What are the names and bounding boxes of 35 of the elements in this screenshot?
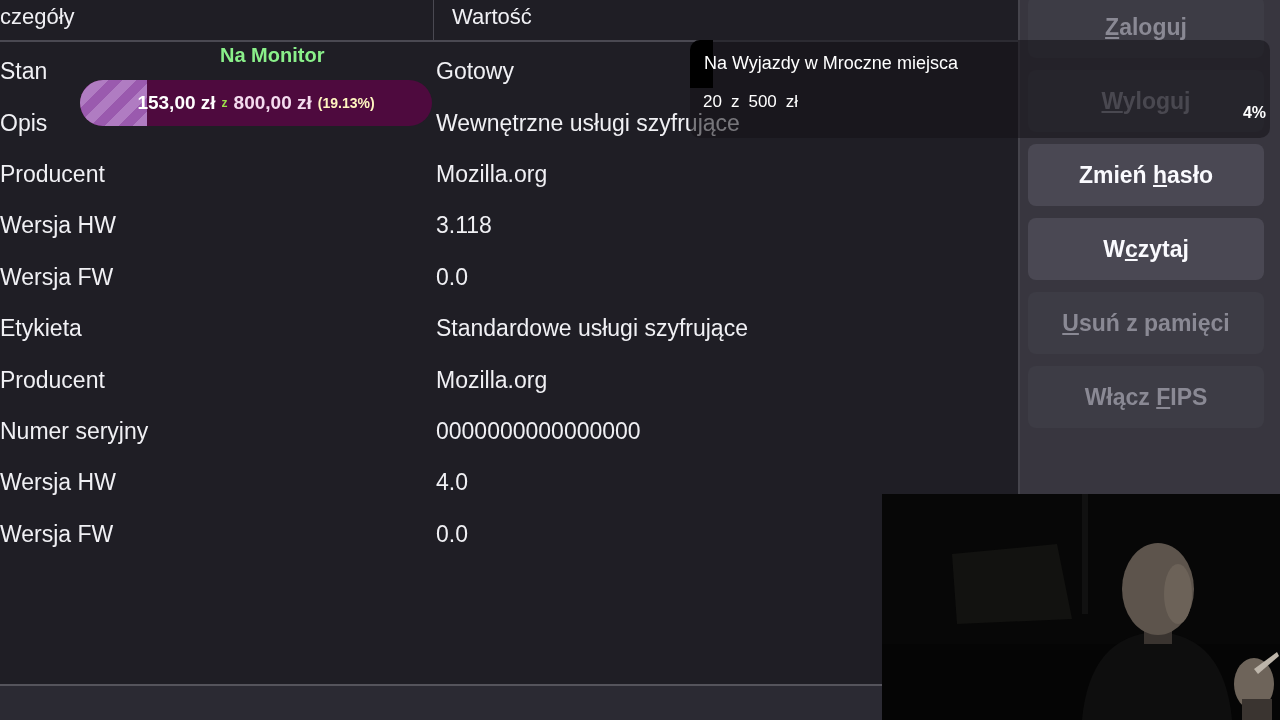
table-cell: Standardowe usługi szyfrujące	[436, 315, 748, 342]
table-cell: 0000000000000000	[436, 417, 641, 444]
panel-button[interactable]: Zmień hasło	[1028, 144, 1264, 206]
table-cell: 0.0	[436, 520, 468, 547]
goal-title: Na Wyjazdy w Mroczne miejsca	[704, 53, 958, 74]
current-amount: 153,00 zł	[137, 92, 216, 114]
table-cell: 3.118	[436, 212, 492, 239]
separator-text: z	[730, 92, 740, 112]
column-header[interactable]: czegóły	[0, 0, 75, 34]
table-cell: Wersja HW	[0, 469, 116, 496]
table-cell: Etykieta	[0, 315, 82, 342]
percent-text: 4%	[1242, 104, 1266, 122]
table-cell: 0.0	[436, 263, 468, 290]
panel-button[interactable]: Wczytaj	[1028, 218, 1264, 280]
current-amount: 20	[703, 92, 722, 112]
currency-text: zł	[785, 92, 799, 112]
target-amount: 500	[748, 92, 777, 112]
column-header[interactable]: Wartość	[452, 0, 532, 34]
table-cell: Numer seryjny	[0, 417, 149, 444]
table-cell: Wersja FW	[0, 263, 114, 290]
table-cell: Mozilla.org	[436, 160, 548, 187]
table-cell: Opis	[0, 109, 48, 136]
table-cell: Wersja FW	[0, 520, 114, 547]
table-cell: Producent	[0, 160, 105, 187]
table-cell: Wersja HW	[0, 212, 116, 239]
table-cell: Mozilla.org	[436, 366, 548, 393]
separator-text: z	[221, 96, 228, 110]
table-cell: Stan	[0, 58, 48, 85]
table-cell: Wewnętrzne usługi szyfrujące	[436, 109, 740, 136]
goal-title: Na Monitor	[220, 44, 325, 67]
table-cell: 4.0	[436, 469, 468, 496]
table-cell: Gotowy	[436, 58, 514, 85]
target-amount: 800,00 zł	[233, 92, 312, 114]
percent-text: (19.13%)	[317, 95, 375, 111]
table-cell: Producent	[0, 366, 105, 393]
